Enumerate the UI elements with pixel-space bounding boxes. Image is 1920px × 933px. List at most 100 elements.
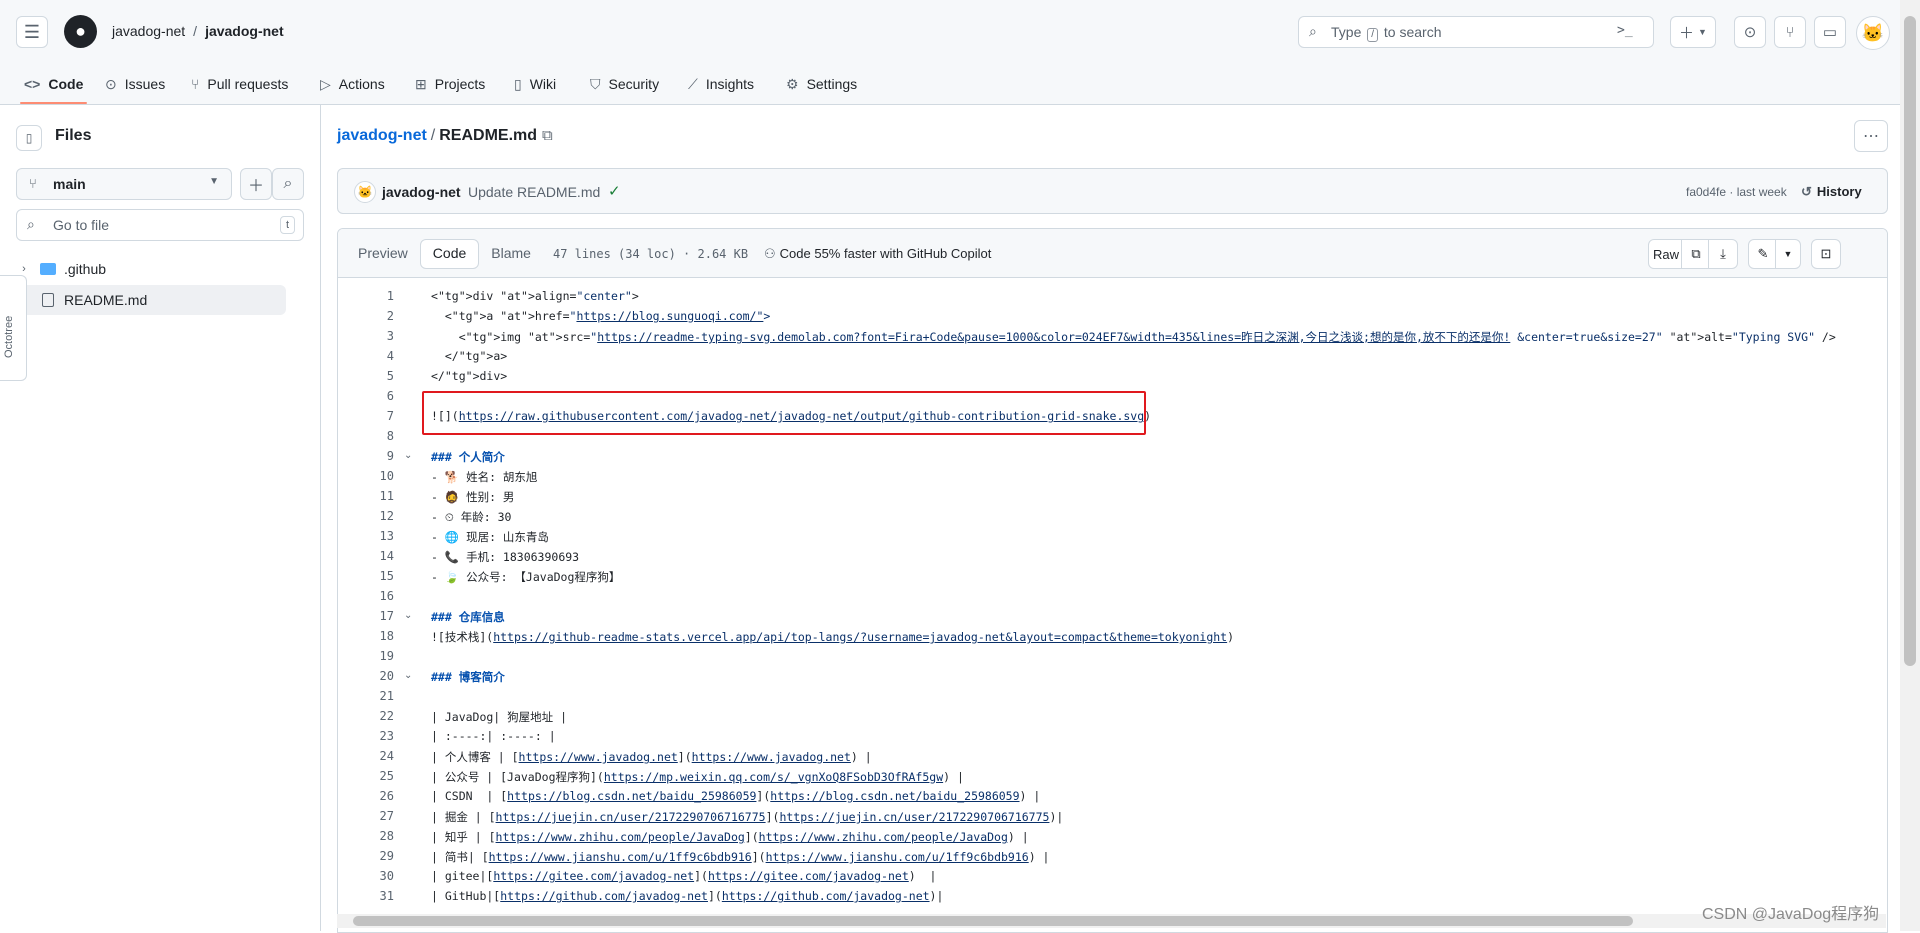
line-number[interactable]: 9 <box>338 449 394 463</box>
line-number[interactable]: 12 <box>338 509 394 523</box>
line-number[interactable]: 4 <box>338 349 394 363</box>
line-number[interactable]: 21 <box>338 689 394 703</box>
line-number[interactable]: 7 <box>338 409 394 423</box>
tab-wiki[interactable]: ▯ Wiki <box>514 64 556 104</box>
tab-issues[interactable]: ⊙ Issues <box>105 64 165 104</box>
line-number[interactable]: 20 <box>338 669 394 683</box>
line-number[interactable]: 13 <box>338 529 394 543</box>
line-number[interactable]: 31 <box>338 889 394 903</box>
line-number[interactable]: 25 <box>338 769 394 783</box>
line-number[interactable]: 10 <box>338 469 394 483</box>
copilot-promo[interactable]: ⚇ Code 55% faster with GitHub Copilot <box>764 246 991 262</box>
line-number[interactable]: 29 <box>338 849 394 863</box>
line-number[interactable]: 24 <box>338 749 394 763</box>
breadcrumb-owner[interactable]: javadog-net <box>112 23 185 39</box>
issues-icon[interactable]: ⊙ <box>1734 16 1766 48</box>
history-button[interactable]: ↺ History <box>1801 184 1862 200</box>
code-line: - 🐕 姓名: 胡东旭 <box>431 470 538 484</box>
watermark: CSDN @JavaDog程序狗 <box>1702 906 1880 923</box>
tab-preview[interactable]: Preview <box>346 239 420 267</box>
line-number[interactable]: 8 <box>338 429 394 443</box>
github-logo-icon[interactable]: ● <box>64 15 97 48</box>
code-line: | GitHub|[https://github.com/javadog-net… <box>431 889 944 903</box>
tree-item-github-folder[interactable]: › .github <box>16 254 286 284</box>
line-number[interactable]: 27 <box>338 809 394 823</box>
search-input[interactable]: ⌕ Type / to search >_ <box>1298 16 1654 48</box>
menu-icon[interactable]: ☰ <box>16 16 48 48</box>
download-icon[interactable]: ⤓ <box>1708 239 1738 269</box>
vertical-scroll-thumb[interactable] <box>1904 16 1916 666</box>
line-number[interactable]: 30 <box>338 869 394 883</box>
tab-projects[interactable]: ⊞ Projects <box>415 64 485 104</box>
tab-settings[interactable]: ⚙ Settings <box>786 64 857 104</box>
line-number[interactable]: 2 <box>338 309 394 323</box>
file-icon <box>42 293 54 307</box>
line-number[interactable]: 5 <box>338 369 394 383</box>
search-files-button[interactable]: ⌕ <box>272 168 304 200</box>
octotree-toggle[interactable]: Octotree <box>0 275 27 381</box>
plus-icon: ＋ <box>247 178 264 195</box>
add-file-button[interactable]: ＋ <box>240 168 272 200</box>
fold-chevron-icon[interactable]: ⌄ <box>404 610 412 621</box>
code-line: </"tg">a> <box>431 349 508 363</box>
edit-chevron-down-icon[interactable]: ▼ <box>1775 239 1801 269</box>
horizontal-scroll-thumb[interactable] <box>353 916 1633 926</box>
line-number[interactable]: 16 <box>338 589 394 603</box>
tab-code-view[interactable]: Code <box>419 239 480 269</box>
line-number[interactable]: 14 <box>338 549 394 563</box>
branch-selector[interactable]: ⑂ main ▼ <box>16 168 232 200</box>
copy-raw-icon[interactable]: ⧉ <box>1681 239 1711 269</box>
breadcrumb-repo[interactable]: javadog-net <box>205 23 284 39</box>
tab-code[interactable]: <> Code <box>19 64 88 104</box>
path-owner-link[interactable]: javadog-net <box>337 127 427 144</box>
collapse-sidebar-icon[interactable]: ▯ <box>16 125 42 151</box>
tab-actions[interactable]: ▷ Actions <box>320 64 385 104</box>
tab-pull-requests[interactable]: ⑂ Pull requests <box>191 64 288 104</box>
author-avatar[interactable]: 🐱 <box>354 181 376 203</box>
line-number[interactable]: 1 <box>338 289 394 303</box>
commit-message[interactable]: Update README.md <box>468 184 600 200</box>
user-avatar[interactable]: 🐱 <box>1856 16 1890 50</box>
line-number[interactable]: 28 <box>338 829 394 843</box>
line-number[interactable]: 26 <box>338 789 394 803</box>
table-icon: ⊞ <box>415 75 427 92</box>
check-icon[interactable]: ✓ <box>608 182 621 200</box>
edit-pencil-icon[interactable]: ✎ <box>1748 239 1778 269</box>
line-number[interactable]: 11 <box>338 489 394 503</box>
copy-path-icon[interactable]: ⧉ <box>542 127 553 144</box>
folder-icon <box>40 263 56 275</box>
tab-security[interactable]: ⛉ Security <box>590 64 659 104</box>
line-number[interactable]: 19 <box>338 649 394 663</box>
more-options-icon[interactable]: ⋯ <box>1854 120 1888 152</box>
tab-blame[interactable]: Blame <box>479 239 543 267</box>
horizontal-scrollbar[interactable] <box>337 914 1886 928</box>
line-number[interactable]: 17 <box>338 609 394 623</box>
line-number[interactable]: 22 <box>338 709 394 723</box>
commit-sha[interactable]: fa0d4fe · last week <box>1686 185 1787 199</box>
search-icon: ⌕ <box>27 216 35 232</box>
line-number[interactable]: 6 <box>338 389 394 403</box>
command-palette-icon[interactable]: >_ <box>1617 23 1633 38</box>
go-to-file-field[interactable]: ⌕ t <box>16 209 304 241</box>
create-new-button[interactable]: ＋ ▼ <box>1670 16 1716 48</box>
raw-button[interactable]: Raw <box>1648 239 1684 269</box>
tree-item-readme[interactable]: README.md <box>16 285 286 315</box>
line-number[interactable]: 3 <box>338 329 394 343</box>
inbox-icon[interactable]: ▭ <box>1814 16 1846 48</box>
vertical-scrollbar[interactable] <box>1900 0 1920 931</box>
commit-author[interactable]: javadog-net <box>382 184 461 200</box>
code-line: - 🍃 公众号: 【JavaDog程序狗】 <box>431 570 621 584</box>
line-number[interactable]: 15 <box>338 569 394 583</box>
code-line: | 公众号 | [JavaDog程序狗](https://mp.weixin.q… <box>431 770 964 784</box>
file-viewer-header: Preview Code Blame 47 lines (34 loc) · 2… <box>338 229 1887 278</box>
symbols-panel-icon[interactable]: ⊡ <box>1811 239 1841 269</box>
fold-chevron-icon[interactable]: ⌄ <box>404 670 412 681</box>
tab-insights[interactable]: ⟋ Insights <box>688 64 754 104</box>
line-number[interactable]: 18 <box>338 629 394 643</box>
pull-requests-icon[interactable]: ⑂ <box>1774 16 1806 48</box>
code-line: - ⏲ 年龄: 30 <box>431 510 512 524</box>
line-number[interactable]: 23 <box>338 729 394 743</box>
fold-chevron-icon[interactable]: ⌄ <box>404 450 412 461</box>
code-line: - 📞 手机: 18306390693 <box>431 550 580 564</box>
go-to-file-input[interactable] <box>51 214 275 236</box>
